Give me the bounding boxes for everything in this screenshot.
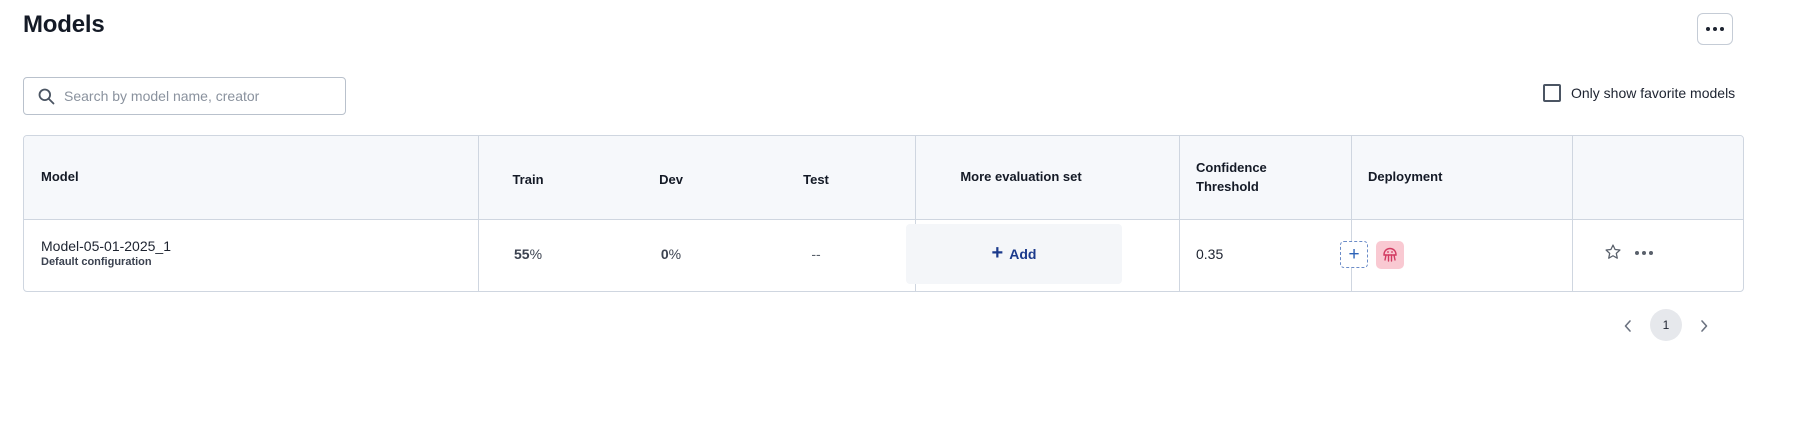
column-header-confidence-threshold[interactable]: Confidence Threshold	[1196, 158, 1267, 196]
column-header-train[interactable]: Train	[512, 170, 543, 189]
model-name[interactable]: Model-05-01-2025_1	[41, 238, 171, 254]
more-horizontal-icon	[1635, 251, 1639, 255]
models-table: Model Train Dev Test More evaluation set…	[23, 135, 1744, 292]
train-score-value: 55	[513, 246, 530, 262]
column-divider	[1572, 136, 1573, 291]
star-icon	[1605, 244, 1621, 259]
deployment-app-button[interactable]	[1376, 241, 1404, 269]
favorites-checkbox[interactable]	[1543, 84, 1561, 102]
page-more-button[interactable]	[1697, 13, 1733, 45]
pagination-page-button[interactable]: 1	[1650, 309, 1682, 341]
dev-score: 0%	[661, 246, 681, 262]
column-header-dev[interactable]: Dev	[659, 170, 683, 189]
column-divider	[1179, 136, 1180, 291]
column-header-test[interactable]: Test	[803, 170, 829, 189]
add-evaluation-set-label: Add	[1009, 246, 1037, 262]
more-horizontal-icon	[1706, 27, 1724, 31]
chevron-left-icon	[1624, 320, 1631, 332]
page-title: Models	[23, 11, 105, 38]
pink-app-icon	[1383, 247, 1397, 262]
train-score-unit: %	[529, 246, 543, 262]
column-header-more-evaluation-set: More evaluation set	[960, 169, 1082, 184]
dev-score-unit: %	[668, 246, 682, 262]
add-evaluation-set-button[interactable]: + Add	[906, 224, 1122, 284]
favorites-filter[interactable]: Only show favorite models	[1543, 84, 1735, 102]
model-cell[interactable]: Model-05-01-2025_1 Default configuration	[41, 238, 171, 268]
model-configuration: Default configuration	[41, 256, 152, 268]
table-header	[24, 136, 1743, 220]
dev-score-value: 0	[660, 246, 669, 262]
column-header-deployment: Deployment	[1368, 169, 1443, 184]
pagination-prev-button[interactable]	[1623, 317, 1633, 338]
column-divider	[478, 136, 479, 291]
favorite-button[interactable]	[1604, 243, 1622, 266]
train-score: 55%	[514, 246, 542, 262]
search-icon	[38, 88, 55, 104]
column-divider	[1351, 136, 1352, 291]
plus-icon: +	[991, 242, 1004, 264]
search-box[interactable]	[23, 77, 346, 115]
chevron-right-icon	[1701, 320, 1708, 332]
row-more-button[interactable]	[1633, 247, 1655, 259]
column-header-model[interactable]: Model	[41, 167, 79, 186]
test-score: --	[811, 246, 821, 262]
pagination-next-button[interactable]	[1699, 317, 1709, 338]
confidence-threshold-value: 0.35	[1196, 246, 1224, 262]
column-header-confidence-line1: Confidence	[1196, 160, 1267, 175]
column-header-confidence-line2: Threshold	[1196, 179, 1259, 194]
favorites-label: Only show favorite models	[1571, 85, 1736, 101]
add-deployment-button[interactable]: +	[1340, 241, 1368, 268]
plus-icon: +	[1348, 243, 1360, 265]
search-input[interactable]	[64, 88, 334, 104]
